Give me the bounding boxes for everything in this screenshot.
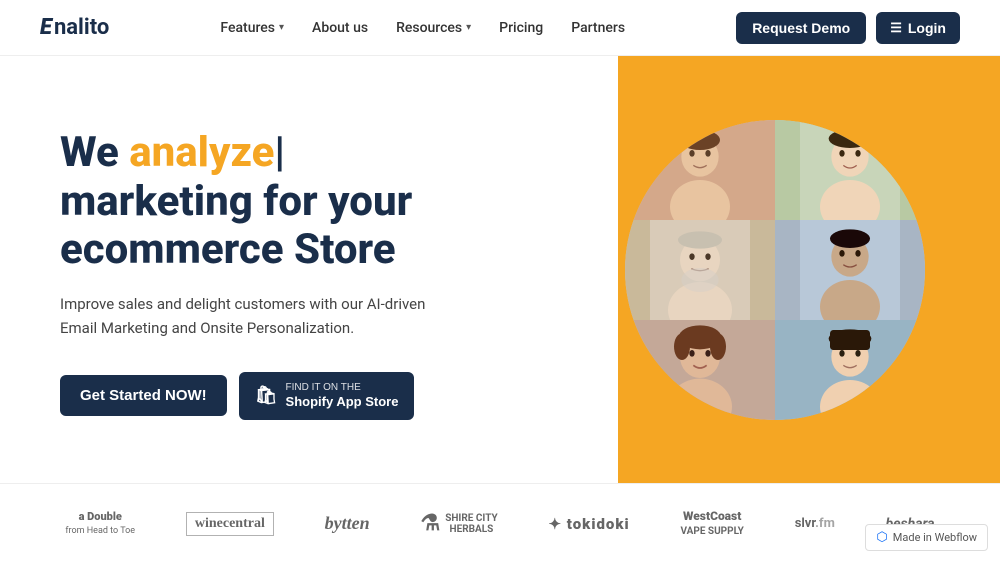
logo-slvrfm: slvr.fm [795,516,835,531]
nav-item-resources[interactable]: Resources ▾ [396,20,471,36]
logo-winecentral: winecentral [186,512,274,536]
face-4 [775,220,925,320]
nav-actions: Request Demo ☰ Login [736,12,960,44]
nav-links: Features ▾ About us Resources ▾ Pricing … [220,20,625,36]
hero-title: We analyze| marketing for your ecommerce… [60,129,510,274]
shopify-icon: 🛍 [255,385,278,406]
main-content: We analyze| marketing for your ecommerce… [0,56,1000,483]
webflow-icon: ⬡ [876,530,887,545]
logo-tokidoki: ✦ tokidoki [548,515,629,533]
request-demo-button[interactable]: Request Demo [736,12,866,44]
shopify-button-text: FIND IT ON THE Shopify App Store [286,382,399,410]
logos-bar: a Doublefrom Head to Toe winecentral byt… [0,483,1000,563]
logo-shire-city: ⚗ SHIRE CITYHERBALS [420,511,497,536]
hero-separator: | [274,128,285,177]
hero-highlight-word: analyze [129,128,274,177]
face-5 [625,320,775,420]
navbar: E nalito Features ▾ About us Resources ▾… [0,0,1000,56]
login-icon: ☰ [890,20,902,36]
webflow-badge: ⬡ Made in Webflow [865,524,988,551]
chevron-down-icon: ▾ [279,22,284,33]
face-1 [625,120,775,220]
logo-bytten: bytten [325,513,370,534]
logo-text: nalito [54,15,109,40]
face-collage [625,120,925,420]
hero-subtitle: Improve sales and delight customers with… [60,292,440,340]
hero-left: We analyze| marketing for your ecommerce… [0,56,550,483]
logo[interactable]: E nalito [40,15,109,40]
login-button[interactable]: ☰ Login [876,12,960,44]
get-started-button[interactable]: Get Started NOW! [60,375,227,416]
nav-item-partners[interactable]: Partners [571,20,625,36]
face-2 [775,120,925,220]
logo-westcoast: WestCoastVAPE SUPPLY [680,509,743,538]
nav-item-about[interactable]: About us [312,20,368,36]
logo-e: E [40,15,50,40]
nav-item-pricing[interactable]: Pricing [499,20,543,36]
face-3 [625,220,775,320]
chevron-down-icon: ▾ [466,22,471,33]
hero-right [550,56,1000,483]
nav-item-features[interactable]: Features ▾ [220,20,284,36]
face-6 [775,320,925,420]
shopify-app-store-button[interactable]: 🛍 FIND IT ON THE Shopify App Store [239,372,415,420]
hero-buttons: Get Started NOW! 🛍 FIND IT ON THE Shopif… [60,372,510,420]
logo-adouble: a Doublefrom Head to Toe [65,510,135,537]
